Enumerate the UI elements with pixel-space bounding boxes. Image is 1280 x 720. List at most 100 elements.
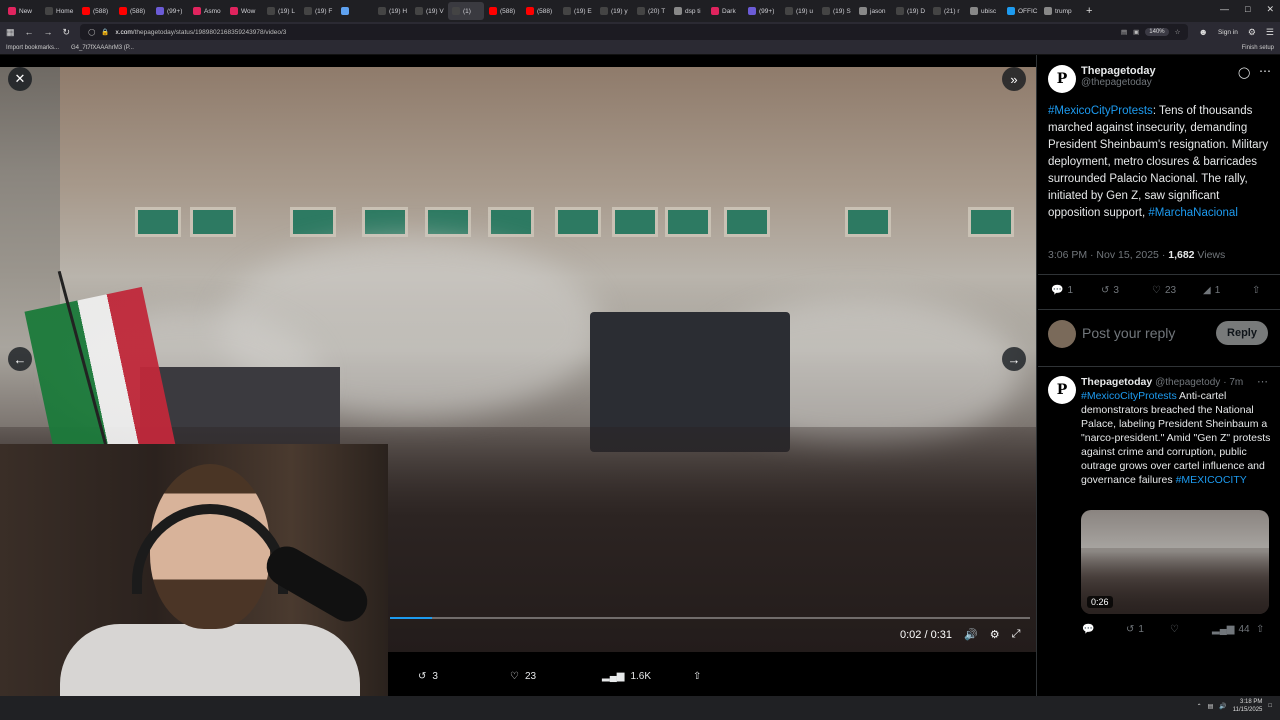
browser-tab[interactable]: (19) u [781,2,817,20]
share-stat-button[interactable]: ⇧ [1252,285,1260,296]
browser-tab[interactable]: (588) [522,2,558,20]
reply-input[interactable]: Post your reply [1082,325,1175,341]
bookmark-star-icon[interactable]: ☆ [1175,28,1181,36]
browser-tab[interactable]: OFFIC [1003,2,1039,20]
like-stat-button[interactable]: ♡ 23 [1152,285,1176,296]
hashtag-link[interactable]: #MEXICOCITY [1176,474,1247,486]
sidebar-toggle-icon[interactable]: ▦ [6,27,15,38]
video-progress-bar[interactable] [390,617,1030,619]
finish-setup-link[interactable]: Finish setup [1242,45,1274,51]
reply-more-icon[interactable]: ⋯ [1257,375,1268,388]
reply-author-handle[interactable]: @thepagetody [1155,377,1220,388]
account-icon[interactable]: ☻ [1198,27,1207,37]
browser-tab[interactable]: (1) [448,2,484,20]
hashtag-link[interactable]: #MexicoCityProtests [1081,390,1177,402]
system-tray: ⌃ ▤ 🔊 3:18 PM 11/15/2025 □ [1197,698,1272,714]
new-tab-button[interactable]: + [1086,5,1092,17]
zoom-level[interactable]: 140% [1145,28,1169,36]
hashtag-link[interactable]: #MarchaNacional [1148,207,1238,219]
back-icon[interactable]: ← [25,27,34,37]
tray-chevron-icon[interactable]: ⌃ [1197,703,1202,710]
reply-stat-button[interactable]: 💬 1 [1051,285,1073,296]
forward-icon[interactable]: → [44,27,53,37]
repost-stat-button[interactable]: ↺ 3 [1101,285,1119,296]
extensions-icon[interactable]: ⚙ [1248,27,1256,38]
author-handle[interactable]: @thepagetoday [1081,77,1156,88]
reply-video-thumbnail[interactable]: 0:26 [1081,510,1269,614]
reader-icon[interactable]: ▤ [1121,28,1127,36]
browser-tab[interactable]: (99+) [152,2,188,20]
tab-label: (20) T [648,7,666,15]
reply-age[interactable]: · 7m [1223,377,1243,388]
browser-tab[interactable]: (588) [115,2,151,20]
hashtag-link[interactable]: #MexicoCityProtests [1048,105,1153,117]
tab-favicon-icon [193,7,201,15]
browser-tab[interactable]: New [4,2,40,20]
browser-tab[interactable]: trump [1040,2,1076,20]
share-button[interactable]: ⇧ [693,671,701,682]
reply-views-button[interactable]: ▂▄▆ 44 [1212,624,1250,635]
browser-tab[interactable]: (19) F [300,2,336,20]
close-media-button[interactable]: ✕ [8,67,32,91]
like-button[interactable]: ♡ 23 [510,671,536,682]
reply-repost-button[interactable]: ↺ 1 [1126,624,1144,635]
views-button[interactable]: ▂▄▆ 1.6K [602,671,651,682]
browser-tab[interactable]: (19) D [892,2,928,20]
reply-like-button[interactable]: ♡ [1170,624,1179,635]
browser-tab[interactable]: (19) y [596,2,632,20]
browser-tab[interactable]: (19) E [559,2,595,20]
reply-share-button[interactable]: ⇧ [1256,624,1264,635]
reply-comment-button[interactable]: 💬 [1082,624,1094,635]
browser-tab[interactable]: (19) L [263,2,299,20]
browser-tab[interactable] [337,2,373,20]
maximize-icon[interactable]: □ [1245,4,1250,15]
browser-tab[interactable]: (588) [78,2,114,20]
tab-label: ubisc [981,7,997,15]
network-icon[interactable]: ▤ [1208,703,1214,710]
author-name[interactable]: Thepagetoday [1081,65,1156,77]
browser-tab[interactable]: Asmo [189,2,225,20]
author-avatar[interactable]: P [1048,65,1076,93]
settings-gear-icon[interactable]: ⚙ [990,628,1000,641]
tweet-timestamp[interactable]: 3:06 PM · Nov 15, 2025 · [1048,249,1168,261]
picture-icon[interactable]: ▣ [1133,28,1139,36]
reply-author-name[interactable]: Thepagetoday [1081,376,1152,388]
bookmark-import[interactable]: Import bookmarks... [6,45,59,51]
browser-tab[interactable]: (19) V [411,2,447,20]
browser-tab[interactable]: Dark [707,2,743,20]
browser-tab[interactable]: (19) H [374,2,410,20]
previous-media-button[interactable]: ← [8,347,32,371]
more-options-icon[interactable]: ⋯ [1259,64,1271,78]
taskbar-clock[interactable]: 3:18 PM 11/15/2025 [1233,698,1263,714]
browser-tab[interactable]: (21) r [929,2,965,20]
fullscreen-icon[interactable]: ⤢ [1012,628,1021,641]
close-window-icon[interactable]: ✕ [1266,4,1274,15]
browser-tab[interactable]: dsp ti [670,2,706,20]
notification-icon[interactable]: □ [1268,703,1272,709]
minimize-icon[interactable]: — [1220,4,1229,15]
bookmark-item[interactable]: G4_7t7fXAAAhrM3 (P... [71,45,134,51]
browser-tab[interactable]: jason [855,2,891,20]
volume-icon[interactable]: 🔊 [964,628,978,641]
menu-icon[interactable]: ☰ [1266,27,1274,38]
speaker-icon[interactable]: 🔊 [1219,703,1226,710]
browser-tab[interactable]: ubisc [966,2,1002,20]
reply-button[interactable]: Reply [1216,321,1268,345]
bookmark-stat-button[interactable]: ◢ 1 [1203,285,1220,296]
reload-icon[interactable]: ↻ [63,27,71,38]
browser-tab[interactable]: (19) S [818,2,854,20]
user-avatar[interactable] [1048,320,1076,348]
next-media-button[interactable]: → [1002,347,1026,371]
browser-tab[interactable]: (588) [485,2,521,20]
browser-tab[interactable]: (20) T [633,2,669,20]
grok-icon[interactable]: ◯ [1238,66,1250,79]
browser-tab[interactable]: Home [41,2,77,20]
video-duration: 0:26 [1087,596,1113,608]
expand-panel-button[interactable]: » [1002,67,1026,91]
address-bar[interactable]: ◯ 🔒 x.com/thepagetoday/status/1989802168… [80,24,1189,40]
browser-tab[interactable]: (99+) [744,2,780,20]
sign-in-link[interactable]: Sign in [1218,29,1238,36]
repost-button[interactable]: ↺ 3 [418,671,438,682]
browser-tab[interactable]: Wow [226,2,262,20]
reply-author-avatar[interactable]: P [1048,376,1076,404]
